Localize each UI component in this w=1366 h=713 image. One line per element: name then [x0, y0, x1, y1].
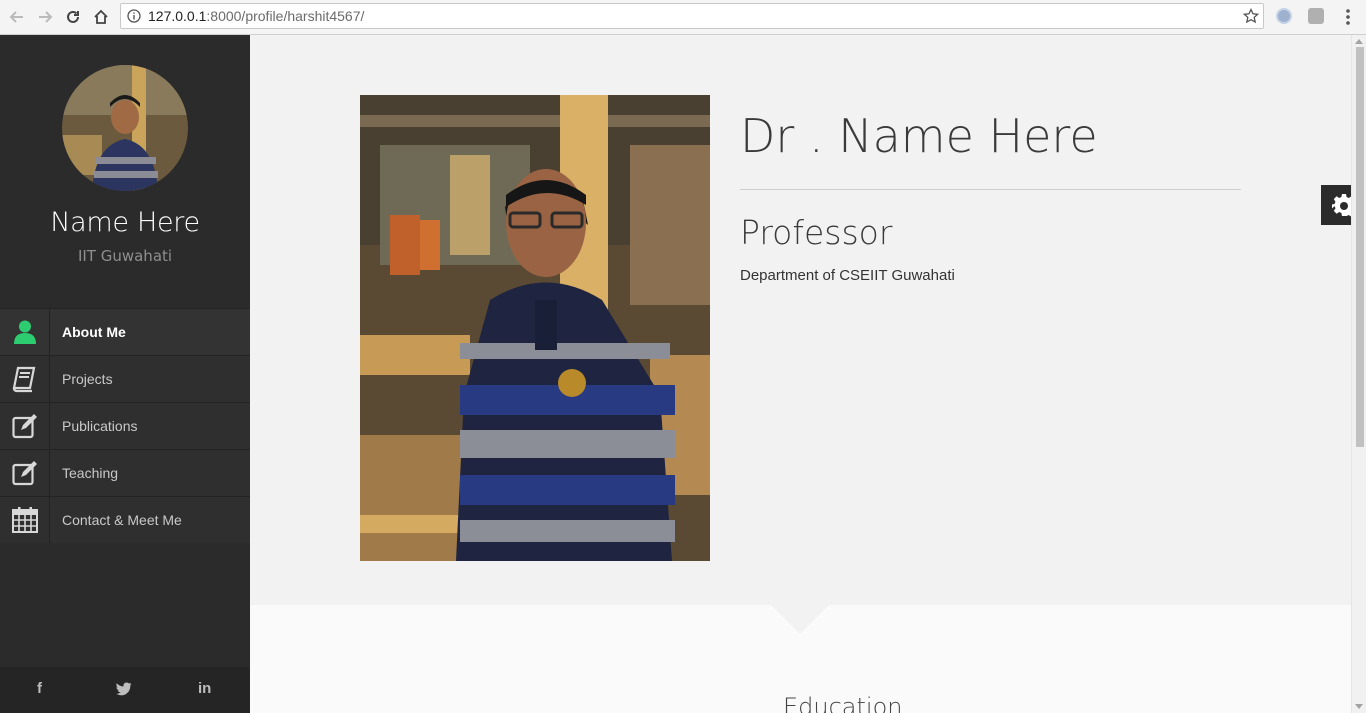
profile-photo-image	[360, 95, 710, 561]
sidebar-item-label: Contact & Meet Me	[62, 512, 182, 528]
home-icon	[94, 9, 108, 24]
sidebar-institution: IIT Guwahati	[77, 247, 173, 265]
linkedin-icon[interactable]: in	[198, 680, 211, 697]
title-divider	[740, 189, 1241, 190]
browser-toolbar: 127.0.0.1:8000/profile/harshit4567/	[0, 0, 1366, 35]
sidebar-item-label: About Me	[62, 324, 126, 340]
sidebar-item-about-me[interactable]: About Me	[0, 308, 250, 355]
position-title: Professor	[740, 213, 893, 252]
sidebar: Name Here IIT Guwahati About Me Projects…	[0, 35, 250, 713]
sidebar-name: Name Here	[50, 207, 200, 238]
extension-pin-icon[interactable]	[1308, 8, 1324, 24]
back-button[interactable]	[4, 4, 30, 30]
reload-icon	[67, 10, 79, 23]
sidebar-item-label: Teaching	[62, 465, 119, 481]
education-heading: Education	[783, 693, 903, 713]
page-title: Dr . Name Here	[740, 109, 1098, 163]
profile-photo	[360, 95, 710, 561]
extension-icon[interactable]	[1276, 8, 1292, 24]
edit-icon	[0, 403, 50, 449]
sidebar-item-contact[interactable]: Contact & Meet Me	[0, 496, 250, 543]
sidebar-item-projects[interactable]: Projects	[0, 355, 250, 402]
sidebar-item-teaching[interactable]: Teaching	[0, 449, 250, 496]
department-text: Department of CSEIIT Guwahati	[740, 267, 955, 284]
browser-menu-icon[interactable]	[1340, 7, 1356, 27]
address-bar[interactable]: 127.0.0.1:8000/profile/harshit4567/	[120, 3, 1264, 29]
sidebar-item-label: Publications	[62, 418, 138, 434]
calendar-icon	[0, 497, 50, 543]
scroll-up-arrow-icon[interactable]	[1355, 39, 1363, 44]
avatar	[62, 65, 188, 191]
user-icon	[0, 309, 50, 355]
main-content: Dr . Name Here Professor Department of C…	[250, 35, 1351, 713]
info-icon[interactable]	[127, 9, 141, 23]
scroll-down-arrow-icon[interactable]	[1355, 704, 1363, 709]
arrow-left-icon	[9, 11, 23, 23]
section-notch	[771, 605, 829, 634]
reload-button[interactable]	[60, 4, 86, 30]
sidebar-nav: About Me Projects Publications Teaching …	[0, 308, 250, 543]
arrow-right-icon	[39, 11, 53, 23]
sidebar-item-label: Projects	[62, 371, 113, 387]
scrollbar-thumb[interactable]	[1356, 47, 1364, 447]
facebook-icon[interactable]: f	[37, 680, 42, 697]
social-links: f in	[0, 667, 250, 713]
book-icon	[0, 356, 50, 402]
bookmark-star-icon[interactable]	[1243, 8, 1259, 24]
profile-photo-small	[62, 65, 188, 191]
url-text: 127.0.0.1:8000/profile/harshit4567/	[148, 8, 365, 24]
twitter-icon[interactable]	[116, 682, 132, 696]
edit-icon	[0, 450, 50, 496]
forward-button[interactable]	[32, 4, 58, 30]
scrollbar[interactable]	[1351, 35, 1366, 713]
sidebar-item-publications[interactable]: Publications	[0, 402, 250, 449]
home-button[interactable]	[88, 4, 114, 30]
